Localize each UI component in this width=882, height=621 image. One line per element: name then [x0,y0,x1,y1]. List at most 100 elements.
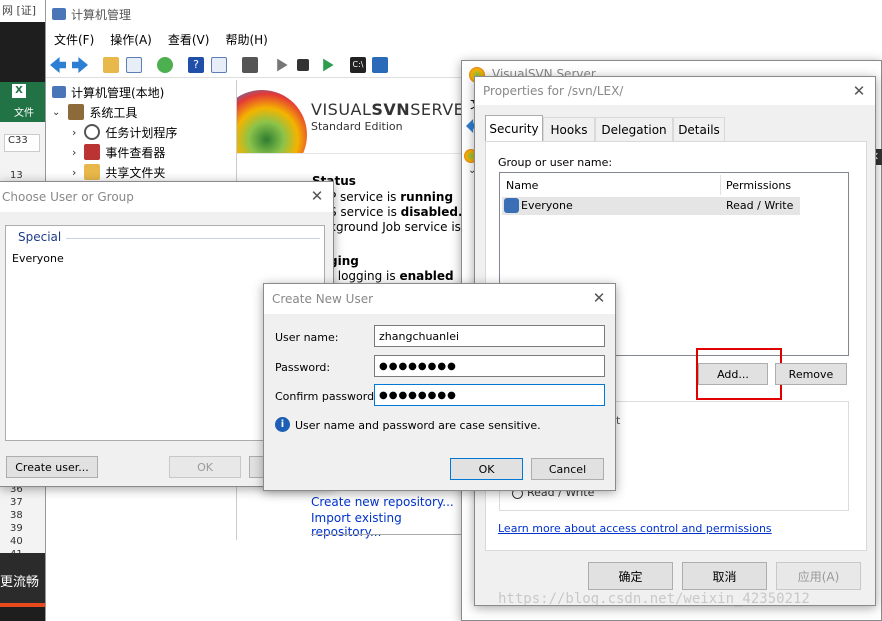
menu-view[interactable]: 查看(V) [168,30,210,50]
close-icon[interactable]: ✕ [591,290,607,306]
group-label: Group or user name: [498,156,613,169]
create-user-titlebar: Create New User [264,284,615,314]
username-label: User name: [275,331,339,344]
mmc-menubar: 文件(F) 操作(A) 查看(V) 帮助(H) [46,30,268,50]
refresh-icon[interactable] [157,57,173,73]
tree-task-scheduler[interactable]: › 任务计划程序 [72,122,177,142]
clock-icon [84,124,101,140]
remove-button[interactable]: Remove [775,363,847,385]
cell-reference-box[interactable]: C33 [4,134,40,152]
ok-button[interactable]: OK [169,456,241,478]
svn-header-banner: VISUALSVNSERVER Standard Edition [237,80,465,154]
password-label: Password: [275,361,331,374]
confirm-password-field[interactable]: ●●●●●●●● [374,384,605,406]
excel-file-tab[interactable]: 文件 [14,104,34,119]
browser-tab-fragment: 网 [证] [0,0,45,22]
computer-icon [52,86,66,98]
cancel-button-partial[interactable] [249,456,263,478]
row-permission: Read / Write [726,199,794,212]
video-overlay: 更流畅 [0,553,45,603]
cancel-button[interactable]: 取消 [682,562,767,590]
tools-icon [68,104,85,120]
mmc-titlebar: 计算机管理 [46,0,882,28]
svn-logo-text: VISUALSVNSERVER [311,100,465,119]
logging-line: r logging is enabled [329,269,454,283]
choose-user-titlebar: Choose User or Group [0,182,333,212]
chevron-down-icon[interactable]: ⌄ [52,107,60,118]
excel-icon: X [12,84,26,98]
row-number: 39 [10,523,23,534]
choose-user-title: Choose User or Group [2,190,134,204]
create-user-button[interactable]: Create user... [6,456,98,478]
list-item[interactable]: Everyone [12,252,64,265]
status-line: S service is disabled. E [329,205,474,219]
users-icon [504,198,519,213]
event-viewer-icon [84,144,101,160]
tree-system-tools[interactable]: ⌄ 系统工具 [52,102,137,122]
apply-button[interactable]: 应用(A) [776,562,861,590]
permissions-label-fragment: t [616,414,621,427]
properties-icon[interactable] [242,57,258,73]
tab-delegation[interactable]: Delegation [595,117,673,141]
console-icon[interactable]: C:\ [350,57,366,73]
row-number: 38 [10,510,23,521]
ok-button[interactable]: 确定 [588,562,673,590]
info-icon: i [275,417,290,432]
ok-button[interactable]: OK [450,458,523,480]
create-repository-link[interactable]: Create new repository... [311,495,454,509]
action-pane-icon[interactable] [211,57,227,73]
svn-logo-icon [237,90,307,153]
highlight-box [696,348,782,400]
create-user-dialog: Create New User ✕ User name: zhangchuanl… [263,283,616,491]
tree-root[interactable]: 计算机管理(本地) [52,82,164,102]
row-name: Everyone [521,199,573,212]
video-progress[interactable] [0,603,45,607]
menu-action[interactable]: 操作(A) [110,30,152,50]
col-header-name[interactable]: Name [506,179,538,192]
confirm-password-label: Confirm password: [275,390,378,403]
col-divider [720,175,721,195]
menu-file[interactable]: 文件(F) [54,30,94,50]
row-number: 40 [10,536,23,547]
group-header-special: Special [18,230,62,244]
username-field[interactable]: zhangchuanlei [374,325,605,347]
separator [311,534,461,535]
close-icon[interactable]: ✕ [851,83,867,99]
tree-shared-folders[interactable]: › 共享文件夹 [72,162,165,182]
computer-management-icon [52,8,66,20]
cancel-button[interactable]: Cancel [531,458,604,480]
group-header-line [66,238,320,239]
excel-ribbon: X 文件 [0,82,45,122]
row-number: 37 [10,497,23,508]
properties-titlebar: Properties for /svn/LEX/ [475,77,875,105]
info-text: User name and password are case sensitiv… [295,419,541,432]
tab-security[interactable]: Security [485,115,543,141]
chevron-right-icon[interactable]: › [72,146,76,159]
tab-hooks[interactable]: Hooks [543,117,595,141]
tab-strip: Security Hooks Delegation Details [485,115,865,141]
help-icon[interactable]: ? [188,57,204,73]
col-header-permissions[interactable]: Permissions [726,179,791,192]
tab-details[interactable]: Details [673,117,725,141]
up-folder-icon[interactable] [103,57,119,73]
overlay-text: 更流畅 [0,575,40,590]
show-tree-icon[interactable] [126,57,142,73]
chevron-right-icon[interactable]: › [72,126,76,139]
shared-folder-icon [84,164,101,180]
mmc-tree-pane: 计算机管理(本地) ⌄ 系统工具 › 任务计划程序 › 事件查看器 › 共享文件… [46,80,236,190]
status-line: P service is running [329,190,454,204]
table-row[interactable]: Everyone Read / Write [502,197,800,215]
close-icon[interactable]: ✕ [309,188,325,204]
row-number: 13 [10,170,23,181]
learn-more-link[interactable]: Learn more about access control and perm… [498,522,772,535]
chevron-right-icon[interactable]: › [72,166,76,179]
powershell-icon[interactable] [372,57,388,73]
watermark: https://blog.csdn.net/weixin_42350212 [498,591,810,607]
stop-icon[interactable] [297,59,309,71]
svn-edition: Standard Edition [311,120,403,133]
status-line: kground Job service is r [329,220,470,234]
password-field[interactable]: ●●●●●●●● [374,355,605,377]
properties-title: Properties for /svn/LEX/ [483,84,624,98]
menu-help[interactable]: 帮助(H) [225,30,267,50]
tree-event-viewer[interactable]: › 事件查看器 [72,142,165,162]
